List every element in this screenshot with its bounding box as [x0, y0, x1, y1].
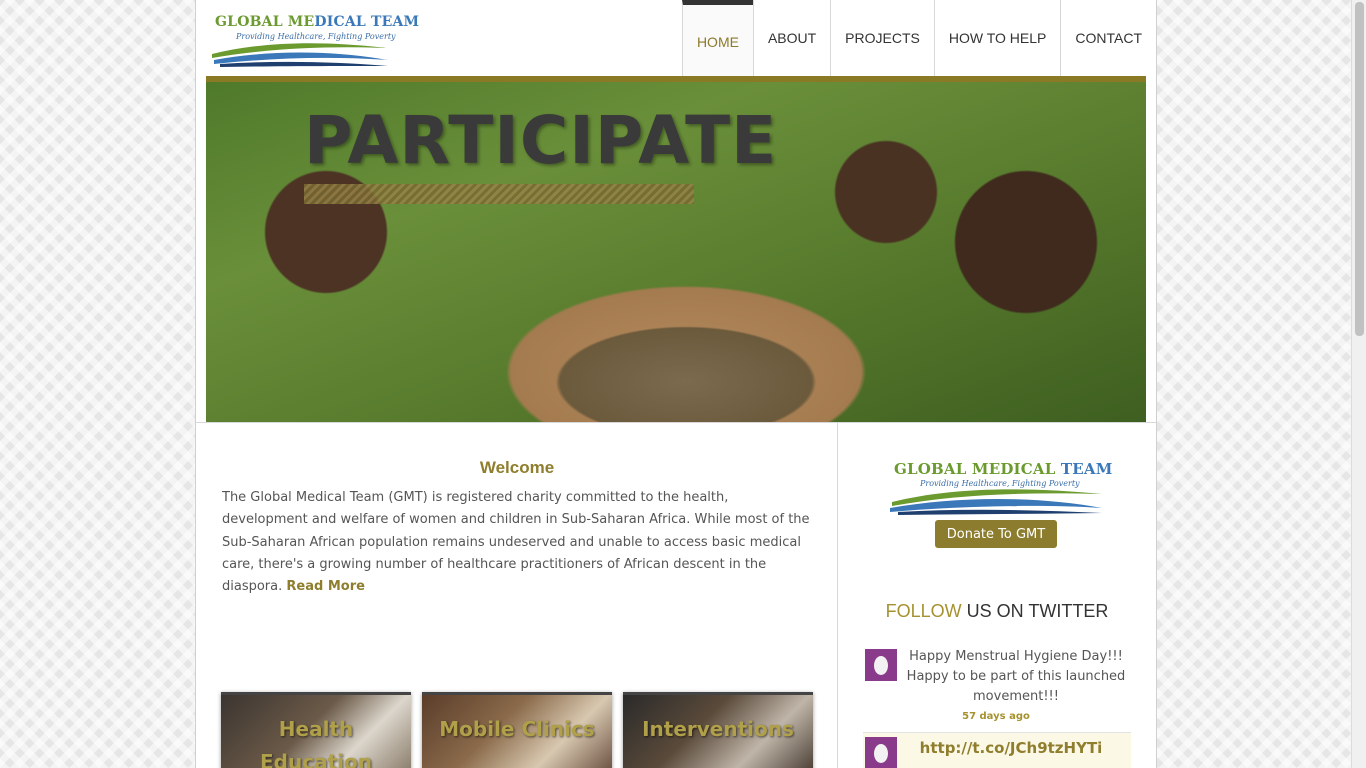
nav-how-to-help[interactable]: HOW TO HELP: [933, 0, 1061, 76]
site-header: GLOBAL MEDICAL TEAM Providing Healthcare…: [196, 0, 1156, 76]
nav-contact[interactable]: CONTACT: [1060, 0, 1156, 76]
card-label: Health Education: [260, 717, 372, 768]
column-divider: [837, 422, 838, 768]
tweet-text: Happy Menstrual Hygiene Day!!! Happy to …: [906, 649, 1126, 704]
tweet-item: Happy Menstrual Hygiene Day!!! Happy to …: [863, 647, 1131, 733]
card-health-education[interactable]: Health Education: [221, 692, 411, 768]
card-label: Interventions: [642, 717, 794, 741]
nav-about[interactable]: ABOUT: [752, 0, 830, 76]
twitter-avatar-icon[interactable]: [865, 737, 897, 768]
tweet-timestamp[interactable]: 57 days ago: [901, 711, 1091, 722]
main-nav: HOME ABOUT PROJECTS HOW TO HELP CONTACT: [681, 0, 1156, 76]
page-container: GLOBAL MEDICAL TEAM Providing Healthcare…: [195, 0, 1157, 768]
card-mobile-clinics[interactable]: Mobile Clinics: [422, 692, 612, 768]
welcome-title: Welcome: [479, 458, 555, 477]
welcome-text: The Global Medical Team (GMT) is registe…: [222, 487, 817, 598]
twitter-avatar-icon[interactable]: [865, 649, 897, 681]
donate-button[interactable]: Donate To GMT: [935, 520, 1057, 548]
sidebar-logo[interactable]: GLOBAL MEDICAL TEAM Providing Healthcare…: [888, 460, 1112, 516]
banner-underline: [304, 184, 694, 204]
card-interventions[interactable]: Interventions: [623, 692, 813, 768]
page-scrollbar[interactable]: [1351, 0, 1366, 768]
nav-projects[interactable]: PROJECTS: [830, 0, 934, 76]
feature-cards: Health Education Mobile Clinics Interven…: [221, 692, 813, 768]
read-more-link[interactable]: Read More: [286, 579, 365, 594]
tweet-link[interactable]: http://t.co/JCh9tzHYTi: [901, 739, 1121, 757]
content-divider: [196, 422, 1156, 423]
site-logo[interactable]: GLOBAL MEDICAL TEAM Providing Healthcare…: [210, 14, 419, 68]
tweet-item: http://t.co/JCh9tzHYTi: [863, 733, 1131, 768]
card-label: Mobile Clinics: [439, 717, 595, 741]
logo-swoosh-icon: [212, 43, 388, 67]
hero-banner: PARTICIPATE: [206, 82, 1146, 422]
sidebar-logo-swoosh-icon: [890, 489, 1102, 515]
nav-home[interactable]: HOME: [681, 0, 753, 76]
banner-title: PARTICIPATE: [304, 102, 778, 179]
twitter-heading: FOLLOW US ON TWITTER: [885, 601, 1109, 621]
sidebar-logo-title: GLOBAL MEDICAL TEAM: [894, 460, 1113, 478]
scrollbar-thumb[interactable]: [1355, 2, 1364, 336]
logo-title: GLOBAL MEDICAL TEAM: [215, 14, 420, 30]
